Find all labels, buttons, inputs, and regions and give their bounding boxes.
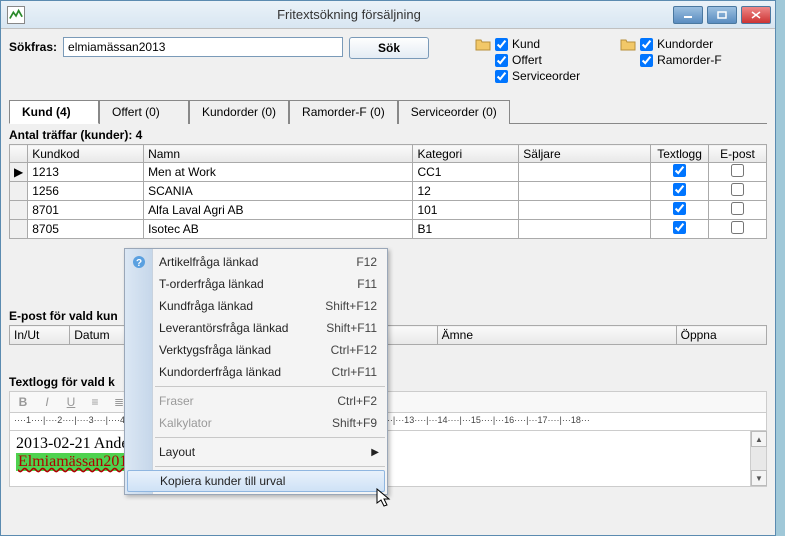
col-kundkod[interactable]: Kundkod — [28, 145, 144, 163]
search-input[interactable] — [63, 37, 343, 57]
col-epost[interactable]: E-post — [709, 145, 767, 163]
col-datum[interactable]: Datum — [70, 326, 126, 345]
chevron-right-icon: ▶ — [371, 447, 379, 458]
email-grid[interactable]: In/Ut Datum Ämne Öppna — [9, 325, 767, 345]
tab-ramorder[interactable]: Ramorder-F (0) — [289, 100, 398, 124]
hits-label: Antal träffar (kunder): 4 — [9, 128, 767, 142]
ctx-separator — [155, 386, 385, 387]
check-offert[interactable] — [495, 54, 508, 67]
row-epost[interactable] — [731, 164, 744, 177]
col-kategori[interactable]: Kategori — [413, 145, 519, 163]
check-kundorder-label: Kundorder — [657, 37, 713, 51]
maximize-button[interactable] — [707, 6, 737, 24]
folder-icon — [475, 37, 491, 51]
row-textlogg[interactable] — [673, 164, 686, 177]
row-textlogg[interactable] — [673, 202, 686, 215]
row-epost[interactable] — [731, 183, 744, 196]
col-namn[interactable]: Namn — [144, 145, 413, 163]
search-button[interactable]: Sök — [349, 37, 429, 59]
row-epost[interactable] — [731, 221, 744, 234]
check-kund-label: Kund — [512, 37, 540, 51]
close-button[interactable] — [741, 6, 771, 24]
folder-icon — [620, 37, 636, 51]
table-row[interactable]: ▶ 1213 Men at Work CC1 — [10, 163, 767, 182]
textlog-body[interactable]: 2013-02-21 Ande Elmiamässan201 ▲ ▼ — [9, 431, 767, 487]
tab-offert[interactable]: Offert (0) — [99, 100, 189, 124]
email-section-label: E-post för vald kun — [9, 309, 767, 323]
col-amne[interactable]: Ämne — [437, 326, 676, 345]
ctx-verktygsfraga[interactable]: Verktygsfråga länkadCtrl+F12 — [125, 339, 387, 361]
underline-icon[interactable]: U — [62, 393, 80, 411]
ctx-torderfraga[interactable]: T-orderfråga länkadF11 — [125, 273, 387, 295]
ruler: ····1····|····2····|····3····|····4····|… — [9, 413, 767, 431]
row-epost[interactable] — [731, 202, 744, 215]
scroll-up-icon[interactable]: ▲ — [751, 431, 767, 447]
scrollbar[interactable]: ▲ ▼ — [750, 431, 766, 486]
textlog-line-highlight: Elmiamässan201 — [16, 453, 129, 471]
table-row[interactable]: 1256 SCANIA 12 — [10, 182, 767, 201]
search-label: Sökfras: — [9, 37, 57, 54]
ctx-kundfraga[interactable]: Kundfråga länkadShift+F12 — [125, 295, 387, 317]
ctx-layout[interactable]: Layout▶ — [125, 441, 387, 463]
tab-kund[interactable]: Kund (4) — [9, 100, 99, 124]
align-left-icon[interactable]: ≡ — [86, 393, 104, 411]
check-serviceorder-label: Serviceorder — [512, 69, 580, 83]
check-ramorder-label: Ramorder-F — [657, 53, 722, 67]
app-icon — [7, 6, 25, 24]
textlog-section-label: Textlogg för vald k — [9, 375, 767, 389]
col-selector — [10, 145, 28, 163]
ctx-leverantorsfraga[interactable]: Leverantörsfråga länkadShift+F11 — [125, 317, 387, 339]
col-textlogg[interactable]: Textlogg — [651, 145, 709, 163]
main-window: Fritextsökning försäljning Sökfras: Sök … — [0, 0, 776, 536]
col-saljare[interactable]: Säljare — [519, 145, 651, 163]
italic-icon[interactable]: I — [38, 393, 56, 411]
check-ramorder[interactable] — [640, 54, 653, 67]
check-kundorder[interactable] — [640, 38, 653, 51]
ctx-artikelfraga[interactable]: ? Artikelfråga länkadF12 — [125, 251, 387, 273]
row-textlogg[interactable] — [673, 221, 686, 234]
row-textlogg[interactable] — [673, 183, 686, 196]
ctx-kalkylator: KalkylatorShift+F9 — [125, 412, 387, 434]
check-kund[interactable] — [495, 38, 508, 51]
scroll-down-icon[interactable]: ▼ — [751, 470, 767, 486]
ctx-separator — [155, 466, 385, 467]
minimize-button[interactable] — [673, 6, 703, 24]
context-menu[interactable]: ? Artikelfråga länkadF12 T-orderfråga lä… — [124, 248, 388, 495]
table-row[interactable]: 8705 Isotec AB B1 — [10, 220, 767, 239]
bold-icon[interactable]: B — [14, 393, 32, 411]
table-row[interactable]: 8701 Alfa Laval Agri AB 101 — [10, 201, 767, 220]
check-serviceorder[interactable] — [495, 70, 508, 83]
rte-toolbar: B I U ≡ ≣ ≔ ≕ ◁ ¶ ？ — [9, 391, 767, 413]
ctx-fraser: FraserCtrl+F2 — [125, 390, 387, 412]
svg-text:?: ? — [136, 258, 142, 269]
ctx-kopiera-kunder[interactable]: Kopiera kunder till urval — [127, 470, 385, 492]
check-offert-label: Offert — [512, 53, 542, 67]
titlebar: Fritextsökning försäljning — [1, 1, 775, 29]
tab-kundorder[interactable]: Kundorder (0) — [189, 100, 289, 124]
results-grid[interactable]: Kundkod Namn Kategori Säljare Textlogg E… — [9, 144, 767, 239]
col-inut[interactable]: In/Ut — [10, 326, 70, 345]
question-icon: ? — [131, 254, 147, 270]
window-title: Fritextsökning försäljning — [25, 7, 673, 22]
ctx-kundorderfraga[interactable]: Kundorderfråga länkadCtrl+F11 — [125, 361, 387, 383]
tab-serviceorder[interactable]: Serviceorder (0) — [398, 100, 510, 124]
col-oppna[interactable]: Öppna — [676, 326, 766, 345]
tabs: Kund (4) Offert (0) Kundorder (0) Ramord… — [9, 99, 767, 124]
ctx-separator — [155, 437, 385, 438]
